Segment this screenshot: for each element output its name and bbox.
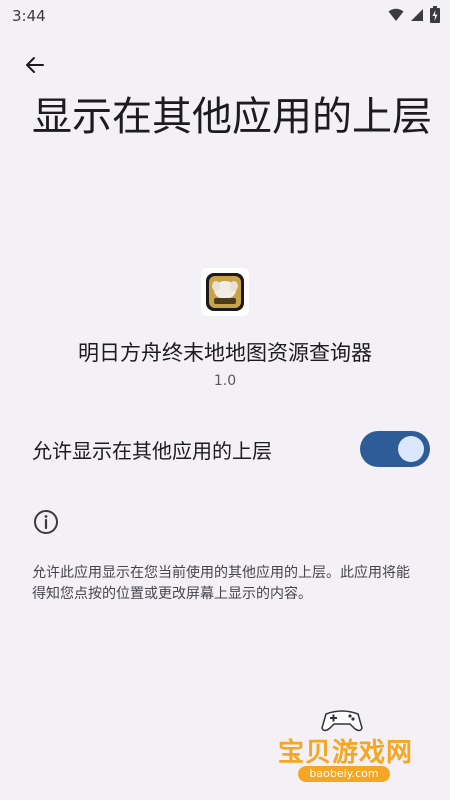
app-icon	[201, 268, 249, 316]
arrow-back-icon	[23, 53, 47, 81]
app-version: 1.0	[213, 373, 237, 389]
app-name: 明日方舟终末地地图资源查询器	[78, 341, 372, 365]
wifi-icon	[388, 7, 404, 26]
overlay-permission-row[interactable]: 允许显示在其他应用的上层	[0, 425, 450, 475]
back-button[interactable]	[18, 50, 52, 84]
info-icon	[33, 509, 59, 535]
gamepad-icon	[321, 710, 363, 732]
overlay-permission-switch[interactable]	[360, 431, 430, 467]
status-icons	[388, 6, 440, 27]
watermark-url: baobeiy.com	[298, 766, 390, 782]
status-time: 3:44	[12, 7, 46, 25]
status-bar: 3:44	[0, 0, 450, 32]
battery-icon	[430, 6, 440, 27]
page-title: 显示在其他应用的上层	[32, 94, 432, 140]
watermark-text: 宝贝游戏网	[278, 738, 414, 768]
switch-thumb	[398, 436, 424, 462]
overlay-permission-label: 允许显示在其他应用的上层	[32, 439, 272, 463]
watermark: 宝贝游戏网 baobeiy.com	[272, 706, 422, 792]
permission-description: 允许此应用显示在您当前使用的其他应用的上层。此应用将能得知您点按的位置或更改屏幕…	[32, 565, 410, 602]
signal-icon	[410, 7, 424, 26]
